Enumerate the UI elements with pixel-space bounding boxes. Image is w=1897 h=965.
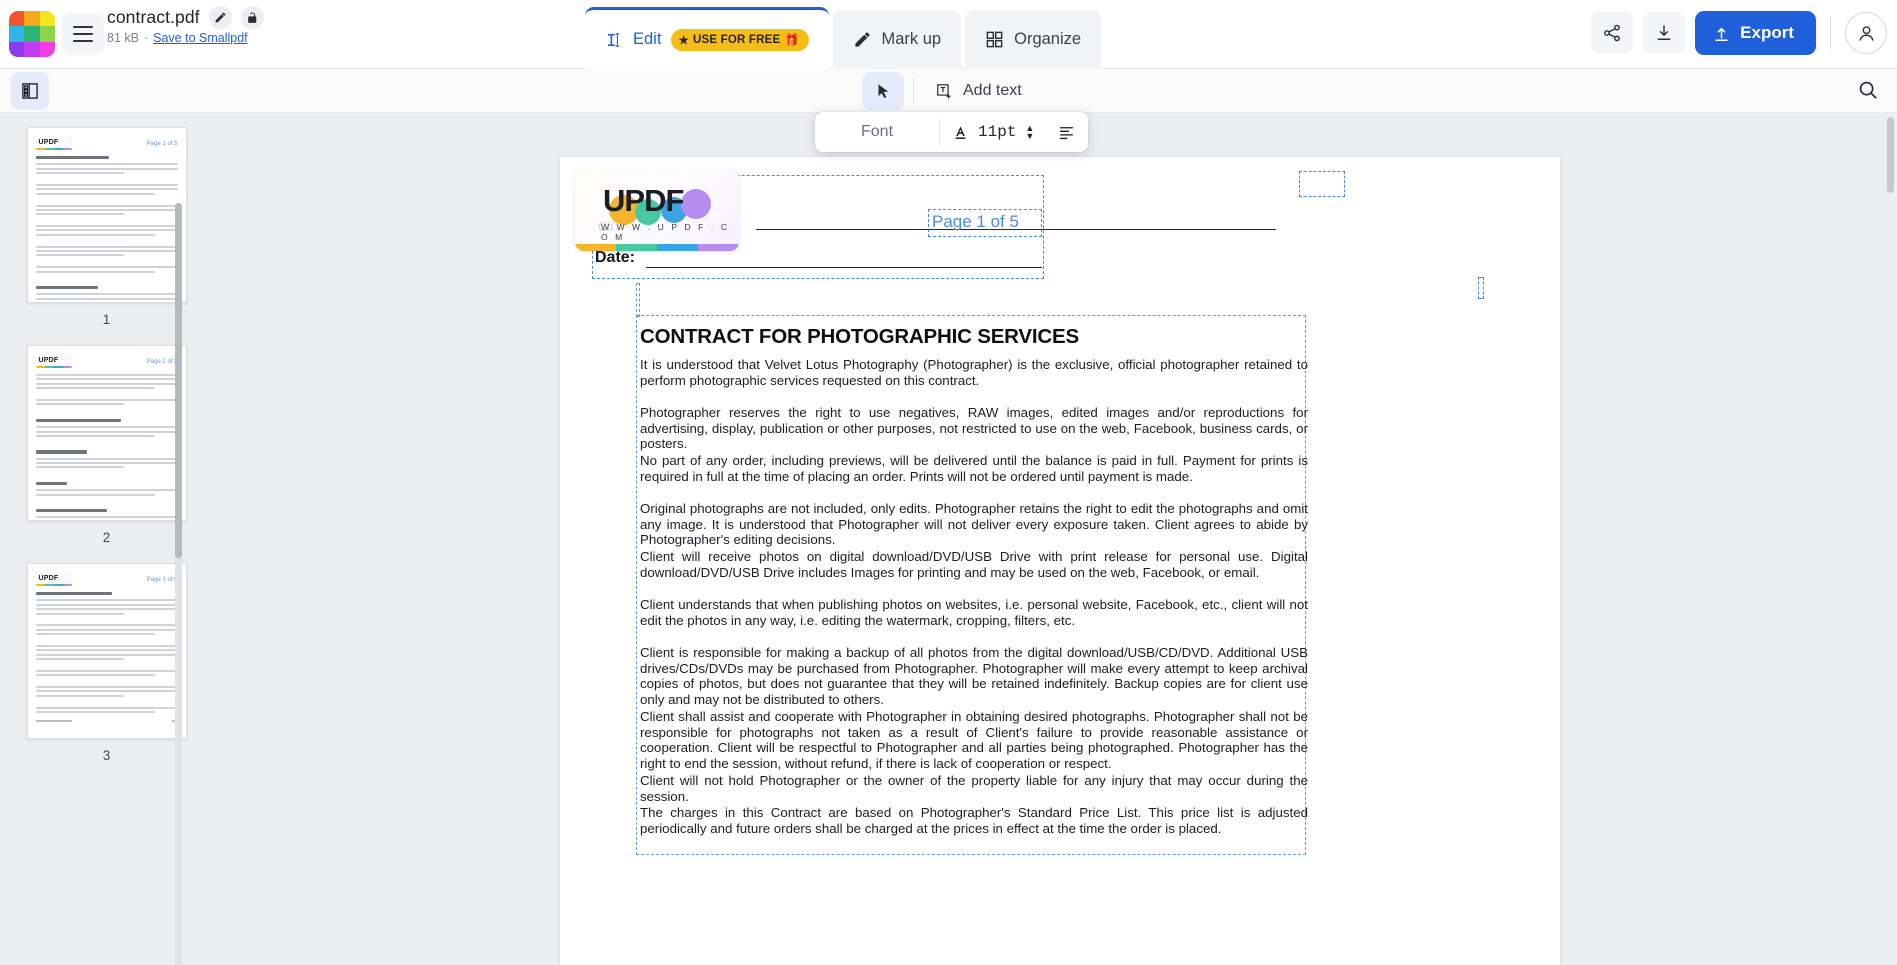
thumbnail-page-2[interactable]: UPDF Page 2 of 5 (26, 345, 187, 521)
file-size: 81 kB (107, 31, 139, 45)
thumbnail-panel: ▲ ▼ UPDF Page 1 of 5 (0, 113, 213, 965)
save-to-smallpdf-link[interactable]: Save to Smallpdf (153, 31, 248, 45)
gift-icon: 🎁 (784, 32, 800, 47)
badge-label: USE FOR FREE (692, 33, 781, 46)
toolbar-divider (913, 78, 914, 104)
header-divider (1830, 16, 1831, 50)
font-size-group: 11pt ▲ ▼ (940, 123, 1088, 142)
document-paragraph[interactable]: No part of any order, including previews… (640, 453, 1308, 484)
thumb-logo-text: UPDF (38, 575, 59, 582)
add-text-icon (935, 82, 954, 101)
page-of-label[interactable]: Page 1 of 5 (932, 212, 1019, 232)
font-format-toolbar: Font 11pt ▲ ▼ (815, 112, 1089, 152)
date-label: Date: (595, 249, 636, 266)
updf-url: W W W . U P D F . C O M (601, 222, 730, 242)
thumb-page-label: Page 3 of 5 (146, 576, 178, 583)
add-text-button[interactable]: Add text (923, 72, 1034, 110)
thumb-logo-text: UPDF (38, 357, 59, 364)
export-button[interactable]: Export (1695, 11, 1816, 55)
edit-box-margin-right[interactable] (1478, 277, 1484, 299)
document-paragraph[interactable]: Client shall assist and cooperate with P… (640, 709, 1308, 772)
font-family-select[interactable]: Font (815, 123, 939, 141)
font-size-stepper[interactable]: ▲ ▼ (1025, 124, 1034, 141)
thumbnail-number: 3 (102, 748, 111, 763)
updf-word: UPDF (603, 183, 684, 218)
updf-logo-icon: UPDF (35, 573, 72, 586)
toolbar-center-tools: Add text (862, 72, 1034, 110)
grid-icon (985, 30, 1004, 49)
thumbnail-page-1[interactable]: UPDF Page 1 of 5 (26, 127, 187, 303)
document-paragraph[interactable]: The charges in this Contract are based o… (640, 805, 1308, 836)
thumbnail-number: 1 (102, 312, 111, 327)
thumb-logo-text: UPDF (38, 139, 59, 146)
add-text-label: Add text (963, 82, 1022, 99)
use-for-free-badge[interactable]: ★ USE FOR FREE 🎁 (671, 28, 809, 51)
document-paragraph[interactable]: Client is responsible for making a backu… (640, 645, 1308, 708)
date-rule (646, 267, 1042, 268)
edit-box-spacer-1[interactable] (636, 283, 640, 317)
thumb-page-label: Page 1 of 5 (146, 140, 178, 147)
star-icon: ★ (678, 34, 689, 47)
document-title[interactable]: CONTRACT FOR PHOTOGRAPHIC SERVICES (640, 325, 1079, 349)
tab-markup-label: Mark up (881, 30, 942, 48)
main-tabs: Edit ★ USE FOR FREE 🎁 Mark up Organize (585, 5, 1105, 69)
document-paragraph[interactable]: Client understands that when publishing … (640, 597, 1308, 628)
upload-icon (1712, 24, 1731, 43)
thumb-page-label: Page 2 of 5 (146, 358, 178, 365)
export-label: Export (1740, 23, 1794, 42)
scrollbar-thumb[interactable] (175, 203, 182, 558)
document-scrollbar[interactable] (1887, 113, 1894, 965)
document-paragraph[interactable]: Original photographs are not included, o… (640, 501, 1308, 548)
document-paragraph[interactable]: Client will not hold Photographer or the… (640, 773, 1308, 804)
app-header: contract.pdf 81 kB · Save to Smallpdf Ed… (0, 0, 1897, 69)
share-icon[interactable] (1591, 12, 1634, 54)
updf-watermark: UPDF W W W . U P D F . C O M (575, 169, 739, 251)
tab-edit-label: Edit (633, 30, 662, 48)
header-actions: Export (1591, 11, 1887, 55)
pdf-page[interactable]: UPDF W W W . U P D F . C O M Cli Page 1 … (560, 157, 1560, 965)
cursor-arrow-icon[interactable] (862, 72, 904, 110)
hamburger-menu-icon[interactable] (62, 13, 104, 55)
file-name: contract.pdf (107, 7, 200, 27)
document-paragraph[interactable]: Client will receive photos on digital do… (640, 549, 1308, 580)
thumbnail-scrollbar[interactable] (175, 203, 182, 965)
updf-logo-icon: UPDF (35, 355, 72, 368)
edit-box-header-corner[interactable] (1299, 171, 1345, 197)
text-color-icon[interactable] (952, 124, 969, 141)
editor-toolbar: Add text (0, 69, 1897, 113)
file-meta: contract.pdf 81 kB · Save to Smallpdf (107, 6, 264, 45)
download-icon[interactable] (1643, 12, 1686, 54)
search-icon[interactable] (1857, 79, 1879, 101)
pencil-icon (853, 30, 872, 49)
stepper-down-icon[interactable]: ▼ (1025, 132, 1034, 141)
unlock-icon[interactable] (240, 6, 264, 29)
user-avatar-icon[interactable] (1845, 12, 1887, 54)
updf-logo-icon: UPDF (35, 137, 72, 150)
tab-markup[interactable]: Mark up (832, 10, 962, 69)
align-left-icon[interactable] (1057, 123, 1076, 142)
font-size-value[interactable]: 11pt (978, 123, 1016, 141)
side-panel-icon[interactable] (11, 72, 49, 110)
smallpdf-grid-logo[interactable] (9, 11, 55, 57)
document-viewport[interactable]: UPDF W W W . U P D F . C O M Cli Page 1 … (213, 113, 1897, 965)
pencil-icon[interactable] (208, 6, 232, 29)
text-cursor-icon (605, 31, 623, 49)
thumbnail-page-3[interactable]: UPDF Page 3 of 5 (26, 563, 187, 739)
thumbnail-number: 2 (102, 530, 111, 545)
tab-organize-label: Organize (1014, 30, 1082, 48)
meta-separator: · (143, 31, 149, 45)
tab-edit[interactable]: Edit ★ USE FOR FREE 🎁 (585, 7, 829, 69)
tab-organize[interactable]: Organize (965, 10, 1102, 69)
document-paragraph[interactable]: It is understood that Velvet Lotus Photo… (640, 357, 1308, 388)
document-paragraph[interactable]: Photographer reserves the right to use n… (640, 405, 1308, 452)
scrollbar-thumb[interactable] (1887, 117, 1894, 193)
